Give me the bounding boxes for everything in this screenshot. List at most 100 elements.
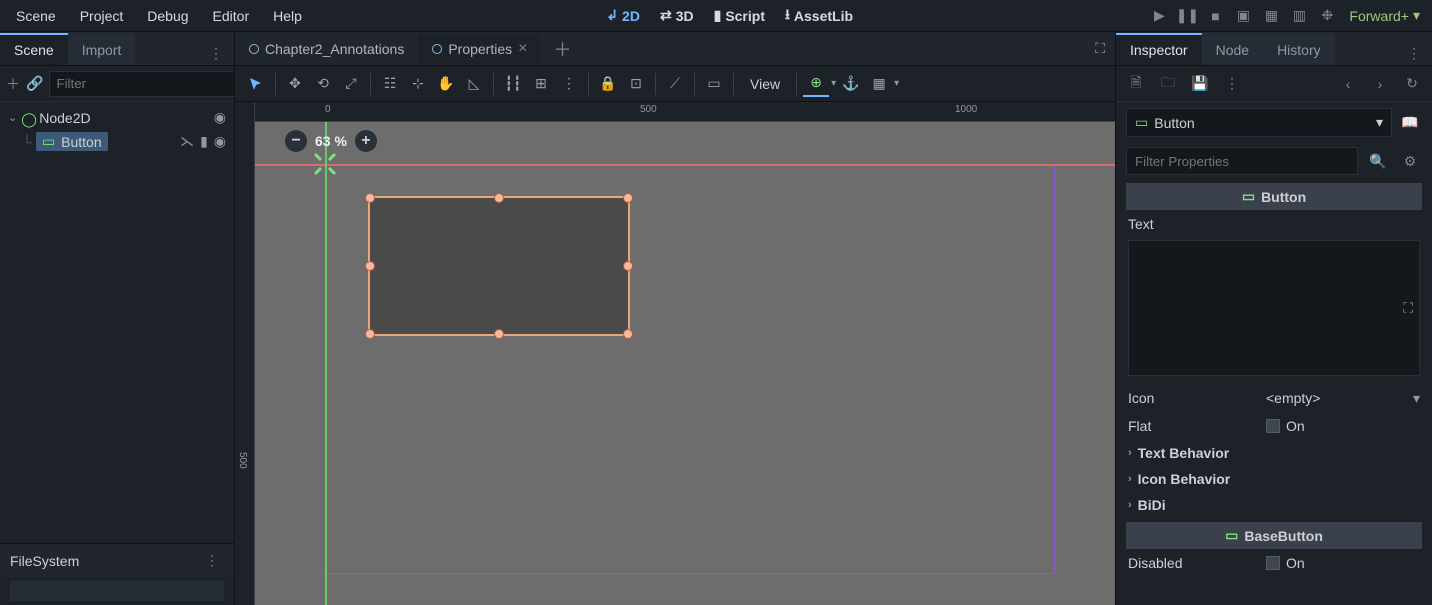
object-type-dropdown[interactable]: ▭ Button ▾ [1126,108,1392,137]
snap-menu-icon[interactable]: ⋮ [556,71,582,97]
new-tab-button[interactable]: ＋ [541,30,583,68]
bone-icon[interactable]: ⟋ [662,71,688,97]
menu-scene[interactable]: Scene [6,4,66,28]
list-select-tool[interactable]: ☷ [377,71,403,97]
tree-node-label: Node2D [39,110,210,126]
scene-filter-input[interactable] [49,71,240,97]
pivot-tool[interactable]: ⊹ [405,71,431,97]
section-basebutton[interactable]: ▭ BaseButton [1126,522,1422,549]
visibility-icon[interactable]: ◉ [214,109,226,126]
run-remote-button[interactable]: ▣ [1231,4,1255,28]
instance-scene-button[interactable]: 🔗 [26,72,43,96]
pan-tool[interactable]: ✋ [433,71,459,97]
rotate-tool[interactable]: ⟲ [310,71,336,97]
inspector-filter-input[interactable] [1126,147,1358,175]
resize-handle[interactable] [623,329,633,339]
scene-tab-1[interactable]: Chapter2_Annotations [235,35,418,63]
menu-editor[interactable]: Editor [203,4,260,28]
resize-handle[interactable] [494,329,504,339]
movie-button[interactable]: ▥ [1287,4,1311,28]
select-tool[interactable] [243,71,269,97]
filter-options-icon[interactable]: ⚙ [1398,149,1422,173]
prop-text-input[interactable]: ⛶ [1128,240,1420,376]
disabled-checkbox[interactable] [1266,556,1280,570]
dock-menu-icon[interactable]: ⋮ [204,41,228,65]
search-icon[interactable]: 🔍 [1366,149,1390,173]
lock-icon[interactable]: 🔒 [595,71,621,97]
group-bidi[interactable]: ›BiDi [1116,492,1432,518]
group-icon[interactable]: ▮ [200,133,208,150]
resize-handle[interactable] [365,193,375,203]
flat-checkbox[interactable] [1266,419,1280,433]
resize-handle[interactable] [494,193,504,203]
tree-child-node[interactable]: └ ▭ Button ⋋ ▮ ◉ [20,129,228,154]
mode-assetlib[interactable]: ⭳AssetLib [777,0,861,32]
mode-2d[interactable]: ↲2D [598,3,648,28]
resize-handle[interactable] [365,261,375,271]
resize-handle[interactable] [623,193,633,203]
add-node-button[interactable]: ＋ [6,72,20,96]
collapse-icon[interactable]: ⌄ [8,111,17,124]
play-button[interactable]: ▶ [1147,4,1171,28]
tree-root-node[interactable]: ⌄ ◯ Node2D ◉ [6,106,228,129]
tab-node[interactable]: Node [1202,33,1263,65]
prop-icon-value[interactable]: <empty> [1266,390,1420,406]
pause-button[interactable]: ❚❚ [1175,4,1199,28]
chevron-down-icon: ▾ [1413,7,1420,24]
resize-handle[interactable] [623,261,633,271]
container-icon[interactable]: ▭ [701,71,727,97]
menu-help[interactable]: Help [263,4,312,28]
canvas-area[interactable]: 500 0 500 1000 [235,102,1115,605]
anchor-icon[interactable]: ⚓ [838,71,864,97]
signal-icon[interactable]: ⋋ [180,133,194,150]
left-dock: Scene Import ⋮ ＋ 🔗 🔍 ▮ ⋮ ⌄ ◯ Node2D ◉ └ … [0,32,234,605]
tab-history[interactable]: History [1263,33,1335,65]
filesystem-tab[interactable]: FileSystem [10,553,79,569]
mode-script[interactable]: ▮Script [706,3,773,28]
selected-node-rect[interactable] [368,196,630,336]
close-tab-icon[interactable]: × [518,40,527,58]
stop-button[interactable]: ■ [1203,4,1227,28]
menu-project[interactable]: Project [70,4,134,28]
section-button[interactable]: ▭ Button [1126,183,1422,210]
resource-menu-icon[interactable]: ⋮ [1220,72,1244,96]
resize-handle[interactable] [365,329,375,339]
new-resource-icon[interactable]: 🗎 [1124,72,1148,96]
snap-options-icon[interactable]: ┇┇ [500,71,526,97]
history-prev-icon[interactable]: ‹ [1336,72,1360,96]
filesystem-menu-icon[interactable]: ⋮ [200,549,224,573]
render-icon[interactable]: ❉ [1315,4,1339,28]
history-next-icon[interactable]: › [1368,72,1392,96]
view-menu[interactable]: View [740,76,790,92]
add-node-canvas-icon[interactable]: ⊕ [803,71,829,97]
dock-menu-icon[interactable]: ⋮ [1402,41,1426,65]
tab-import[interactable]: Import [68,33,136,65]
scale-tool[interactable]: ⤢ [338,71,364,97]
grid-snap-icon[interactable]: ⊞ [528,71,554,97]
expand-text-icon[interactable]: ⛶ [1403,300,1413,317]
ruler-tool[interactable]: ◺ [461,71,487,97]
render-mode-dropdown[interactable]: Forward+▾ [1343,7,1426,24]
group-lock-icon[interactable]: ⊡ [623,71,649,97]
grid-options-icon[interactable]: ▦ [866,71,892,97]
group-icon-behavior[interactable]: ›Icon Behavior [1116,466,1432,492]
history-list-icon[interactable]: ↻ [1400,72,1424,96]
ruler-vertical: 500 [235,102,255,605]
distraction-free-icon[interactable]: ⛶ [1085,40,1115,57]
docs-icon[interactable]: 📖 [1398,111,1422,135]
mode-3d[interactable]: ⇄3D [652,3,702,28]
scene-tab-2[interactable]: Properties× [418,34,541,64]
tab-inspector[interactable]: Inspector [1116,33,1202,65]
save-resource-icon[interactable]: 💾 [1188,72,1212,96]
zoom-out-button[interactable]: − [285,130,307,152]
move-tool[interactable]: ✥ [282,71,308,97]
zoom-value[interactable]: 63 % [315,133,347,149]
tab-scene[interactable]: Scene [0,33,68,65]
play-scene-button[interactable]: ▦ [1259,4,1283,28]
group-text-behavior[interactable]: ›Text Behavior [1116,440,1432,466]
load-resource-icon[interactable]: 🗀 [1156,72,1180,96]
visibility-icon[interactable]: ◉ [214,133,226,150]
prop-flat-label: Flat [1128,418,1258,434]
zoom-in-button[interactable]: + [355,130,377,152]
menu-debug[interactable]: Debug [137,4,198,28]
